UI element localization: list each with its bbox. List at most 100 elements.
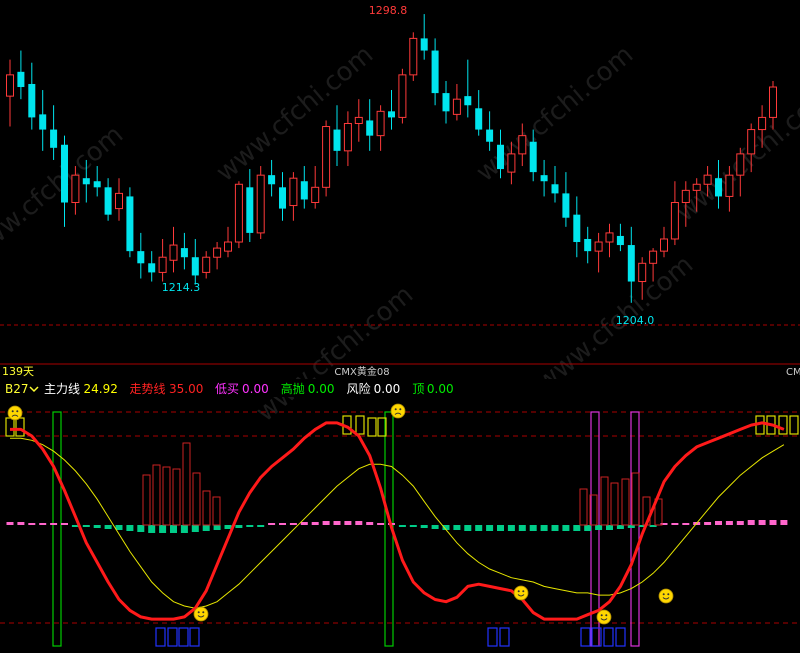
futures-chart[interactable]: www.cfchi.com www.cfchi.comwww.cfchi.comw… xyxy=(0,0,800,653)
histogram-bar xyxy=(671,523,679,525)
histogram-bar xyxy=(202,525,210,531)
histogram-bar xyxy=(780,520,788,525)
face-eye xyxy=(522,590,525,593)
face-eye xyxy=(605,614,608,617)
histogram-bar xyxy=(616,525,624,529)
histogram-bar xyxy=(464,525,472,531)
face-eye xyxy=(399,408,402,411)
face-eye xyxy=(600,614,603,617)
histogram-bar xyxy=(333,521,341,525)
candle-body xyxy=(158,256,167,273)
candle-body xyxy=(518,135,527,155)
smiley-face-icon xyxy=(513,585,529,601)
histogram-bar xyxy=(453,525,461,530)
histogram-bar xyxy=(191,525,199,532)
histogram-bar xyxy=(311,522,319,525)
histogram-bar xyxy=(93,525,101,528)
candle-body xyxy=(268,175,276,185)
right-clipped-label: CM xyxy=(786,367,800,378)
histogram-bar xyxy=(126,525,134,531)
candle-body xyxy=(366,120,374,136)
sad-face-icon xyxy=(390,403,406,419)
candle-body xyxy=(725,174,734,197)
candle-body xyxy=(71,174,80,204)
period-label: 139天 xyxy=(2,365,34,378)
histogram-bar xyxy=(300,522,308,525)
candle-body xyxy=(322,126,331,188)
indicator-name[interactable]: B27 xyxy=(5,382,29,396)
face-circle xyxy=(193,606,209,622)
histogram-bar xyxy=(159,525,167,533)
histogram-bar xyxy=(573,525,581,531)
candle-body xyxy=(769,86,777,118)
face-eye xyxy=(197,611,200,614)
indicator-value: 0.00 xyxy=(374,382,401,396)
histogram-bar xyxy=(725,521,733,525)
face-eye xyxy=(662,593,665,596)
sad-face-icon xyxy=(7,405,23,421)
histogram-bar xyxy=(104,525,112,529)
candle-body xyxy=(562,193,570,218)
face-eye xyxy=(667,593,670,596)
candle-body xyxy=(594,241,603,252)
candle-body xyxy=(497,144,504,170)
histogram-bar xyxy=(6,522,14,525)
histogram-bar xyxy=(257,525,265,527)
candle-body xyxy=(137,251,145,264)
histogram-bar xyxy=(366,522,374,525)
histogram-bar xyxy=(420,525,428,528)
histogram-bar xyxy=(377,523,385,525)
histogram-bar xyxy=(213,525,221,530)
histogram-bar xyxy=(551,525,559,531)
candle-body xyxy=(126,196,134,252)
candle-body xyxy=(6,74,14,97)
histogram-bar xyxy=(747,520,755,525)
candle-body xyxy=(354,116,363,124)
indicator-label: 高抛 xyxy=(281,381,305,396)
candle-body xyxy=(758,116,767,131)
histogram-bar xyxy=(355,521,363,525)
candle-body xyxy=(605,232,614,243)
histogram-bar xyxy=(584,525,592,531)
histogram-bar xyxy=(486,525,494,531)
histogram-bar xyxy=(246,525,254,527)
high-price-label: 1298.8 xyxy=(369,4,408,17)
histogram-bar xyxy=(736,521,744,525)
candle-body xyxy=(289,177,298,207)
indicator-label: 低买 xyxy=(215,382,239,396)
candle-body xyxy=(93,181,101,188)
candle-body xyxy=(246,187,254,233)
histogram-bar xyxy=(268,523,276,525)
candle-body xyxy=(660,238,668,252)
face-circle xyxy=(390,403,406,419)
candle-body xyxy=(82,178,90,185)
candle-body xyxy=(333,129,341,151)
candle-body xyxy=(17,71,25,88)
candle-body xyxy=(420,38,428,51)
candle-body xyxy=(115,192,123,210)
histogram-bar xyxy=(344,521,352,525)
candle-body xyxy=(475,108,483,130)
histogram-bar xyxy=(148,525,156,533)
candle-body xyxy=(627,245,635,282)
indicator-value: 24.92 xyxy=(84,382,118,396)
histogram-bar xyxy=(137,525,145,532)
face-eye xyxy=(517,590,520,593)
candle-body xyxy=(213,247,222,258)
histogram-bar xyxy=(431,525,439,529)
candle-body xyxy=(202,256,211,273)
histogram-bar xyxy=(595,525,603,530)
candle-body xyxy=(681,189,690,204)
histogram-bar xyxy=(28,523,36,525)
histogram-bar xyxy=(409,525,417,527)
histogram-bar xyxy=(17,522,25,525)
candle-body xyxy=(104,187,112,215)
histogram-bar xyxy=(61,523,68,525)
indicator-label: 走势线 xyxy=(130,382,166,396)
indicator-label: 主力线 xyxy=(44,382,80,396)
histogram-bar xyxy=(758,520,766,525)
histogram-bar xyxy=(235,525,243,528)
candle-body xyxy=(300,181,308,200)
candle-body xyxy=(398,74,407,118)
face-circle xyxy=(513,585,529,601)
